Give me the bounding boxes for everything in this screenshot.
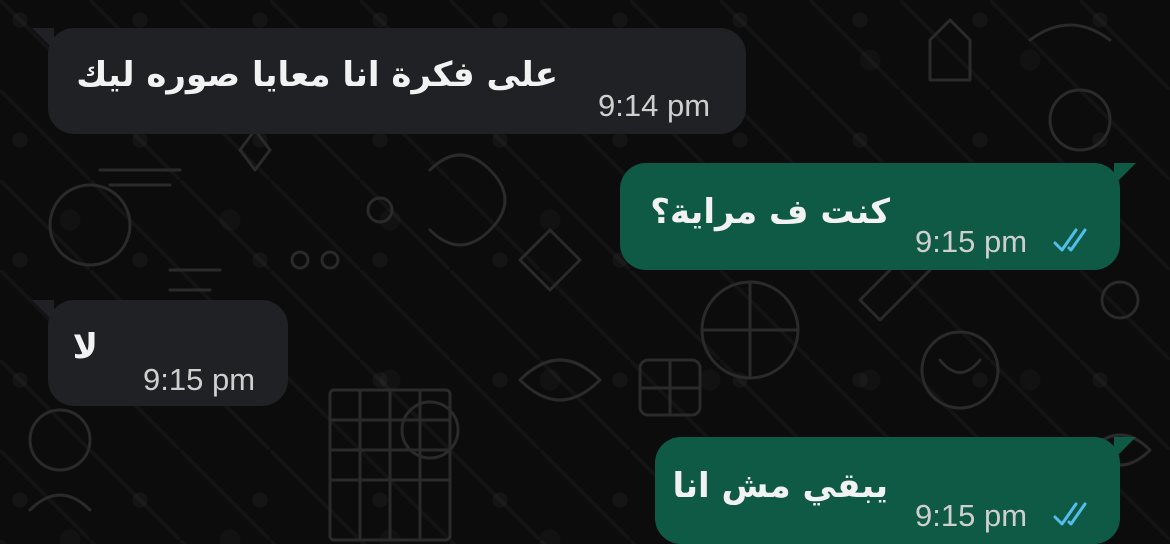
- message-time: 9:15 pm: [915, 224, 1028, 259]
- message-time: 9:15 pm: [143, 362, 256, 397]
- message-bubble-outgoing[interactable]: كنت ف مراية؟ 9:15 pm: [620, 163, 1136, 270]
- message-bubble-incoming[interactable]: على فكرة انا معايا صوره ليك 9:14 pm: [32, 28, 746, 134]
- double-check-icon: [1053, 228, 1087, 252]
- double-check-icon: [1053, 502, 1087, 526]
- bubble-tail: [1114, 437, 1136, 459]
- message-text: كنت ف مراية؟: [650, 192, 890, 232]
- bubble-tail: [32, 300, 54, 322]
- bubble-tail: [1114, 163, 1136, 185]
- message-time: 9:15 pm: [915, 498, 1028, 533]
- message-time: 9:14 pm: [598, 88, 711, 123]
- message-bubble-incoming[interactable]: لا 9:15 pm: [32, 300, 288, 406]
- bubble-tail: [32, 28, 54, 50]
- message-text: يبقي مش انا: [672, 466, 889, 506]
- message-bubble-outgoing[interactable]: يبقي مش انا 9:15 pm: [655, 437, 1136, 544]
- message-text: لا: [72, 327, 98, 367]
- message-text: على فكرة انا معايا صوره ليك: [76, 55, 558, 95]
